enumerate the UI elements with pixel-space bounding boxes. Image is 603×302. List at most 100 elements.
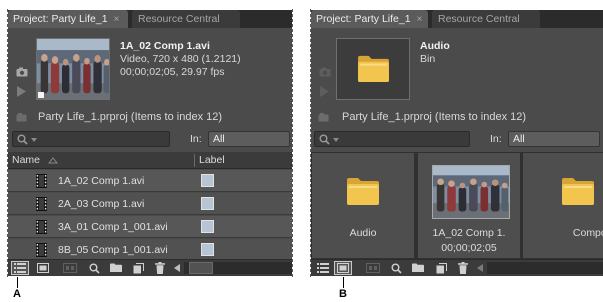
clear-button[interactable] [454,261,472,275]
folder-icon [358,55,389,83]
sort-ascending-icon[interactable] [48,157,58,164]
tab-close-button[interactable]: × [417,14,423,25]
label-swatch[interactable] [201,197,214,210]
grid-item-label: Audio [349,227,377,239]
in-dropdown[interactable]: All [508,131,600,147]
list-view-button[interactable] [314,261,332,275]
list-view-icon [317,263,329,273]
label-swatch[interactable] [201,220,214,233]
table-row[interactable]: 3A_01 Comp 1_001.avi [8,216,292,238]
icon-view-button[interactable] [334,261,352,275]
callout-pointer [17,277,18,288]
column-name[interactable]: Name [12,154,40,167]
table-row[interactable]: 8B_05 Comp 1_001.avi [8,239,292,261]
find-icon [89,263,100,274]
scroll-left-button[interactable] [474,261,486,275]
table-row[interactable]: 1A_02 Comp 1.avi [8,170,292,192]
clear-button[interactable] [151,261,169,275]
horizontal-scrollbar[interactable] [487,262,603,274]
new-item-icon [436,262,447,273]
project-file-icon [318,113,329,125]
grid-item-label: 1A_02 Comp 1. [432,227,506,239]
tab-bar: Project: Party Life_1 × Resource Central [311,10,603,28]
film-clip-icon [36,174,47,188]
automate-to-sequence-button[interactable] [364,261,382,275]
camera-icon [319,67,331,77]
tab-label: Resource Central [438,13,520,25]
tab-resource-central[interactable]: Resource Central [432,10,540,28]
new-item-icon [133,262,144,273]
video-thumbnail [432,165,510,219]
folder-icon [347,178,379,205]
scroll-left-icon [174,264,180,272]
new-bin-icon [110,263,122,272]
clip-name: 3A_01 Comp 1_001.avi [58,221,168,233]
tab-label: Project: Party Life_1 [13,13,108,25]
grid-item[interactable]: 1A_02 Comp 1. 00;00;02;05 [418,153,520,258]
new-bin-button[interactable] [409,261,427,275]
list-view-icon [14,263,26,273]
project-file-icon [16,113,27,125]
new-item-button[interactable] [129,261,147,275]
film-clip-icon [36,197,47,211]
search-field[interactable] [12,131,170,147]
in-label: In: [190,133,202,145]
project-panel-icon-view: Project: Party Life_1 × Resource Central … [311,10,603,276]
find-button[interactable] [85,261,103,275]
tab-label: Project: Party Life_1 [316,13,411,25]
grid-item[interactable]: Composite [523,153,603,258]
clip-name: 8B_05 Comp 1_001.avi [58,244,168,256]
new-bin-button[interactable] [107,261,125,275]
chevron-down-icon[interactable] [31,138,37,142]
camera-icon [16,67,28,77]
film-clip-icon [36,220,47,234]
folder-icon [562,178,594,205]
scroll-left-button[interactable] [171,261,183,275]
trash-icon [458,262,468,274]
callout-pointer [343,277,344,288]
column-label[interactable]: Label [199,154,225,167]
project-panel-list-view: Project: Party Life_1 × Resource Central … [8,10,292,276]
crop-line-right [292,9,293,277]
label-swatch[interactable] [201,174,214,187]
bin-preview [336,38,410,100]
column-divider[interactable] [194,154,195,167]
tab-project[interactable]: Project: Party Life_1 × [8,10,128,28]
new-bin-icon [412,263,424,272]
preview-info: Video, 720 x 480 (1.2121) [120,53,241,65]
tab-resource-central[interactable]: Resource Central [132,10,240,28]
tab-project[interactable]: Project: Party Life_1 × [311,10,428,28]
search-input[interactable] [43,133,165,145]
poster-frame-button[interactable] [319,67,331,80]
find-button[interactable] [387,261,405,275]
label-swatch[interactable] [201,243,214,256]
play-button[interactable] [17,86,26,100]
clip-name: 1A_02 Comp 1.avi [58,175,145,187]
search-icon [17,134,28,145]
poster-frame-button[interactable] [16,67,28,80]
scrollbar-thumb[interactable] [189,262,213,274]
in-dropdown-value: All [513,133,525,145]
tab-close-button[interactable]: × [114,14,120,25]
list-view-button[interactable] [11,261,29,275]
automate-to-sequence-button[interactable] [61,261,79,275]
table-row[interactable]: 2A_03 Comp 1.avi [8,193,292,215]
poster-frame-marker [38,92,44,98]
search-icon [319,134,330,145]
icon-view-icon [337,263,349,273]
in-dropdown[interactable]: All [208,131,290,147]
project-file-name: Party Life_1.prproj (Items to index 12) [342,111,527,123]
new-item-button[interactable] [432,261,450,275]
video-thumbnail [36,38,110,100]
column-header: Name Label [8,152,292,169]
search-field[interactable] [314,131,470,147]
icon-view-button[interactable] [34,261,52,275]
in-label: In: [490,133,502,145]
clip-name: 2A_03 Comp 1.avi [58,198,145,210]
project-file-name: Party Life_1.prproj (Items to index 12) [38,111,223,123]
grid-item[interactable]: Audio [312,153,414,258]
chevron-down-icon[interactable] [333,138,339,142]
play-button[interactable] [320,86,329,100]
search-input[interactable] [345,133,465,145]
scroll-left-icon [477,264,483,272]
